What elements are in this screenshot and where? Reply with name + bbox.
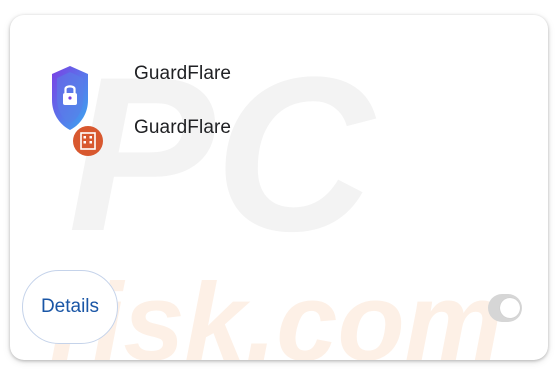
extension-card: PC risk.com GuardFlare GuardFlare Detail… [10,15,548,360]
extension-enable-toggle[interactable] [488,294,522,322]
extension-name: GuardFlare [134,63,232,84]
extension-description: GuardFlare [134,117,232,138]
screenshot-stage: PC risk.com GuardFlare GuardFlare Detail… [0,0,560,376]
details-button[interactable]: Details [22,270,118,344]
toggle-knob [500,298,520,318]
shield-lock-icon [52,66,103,156]
watermark-bottom-text: risk.com [50,261,502,360]
building-badge-icon [73,126,103,156]
